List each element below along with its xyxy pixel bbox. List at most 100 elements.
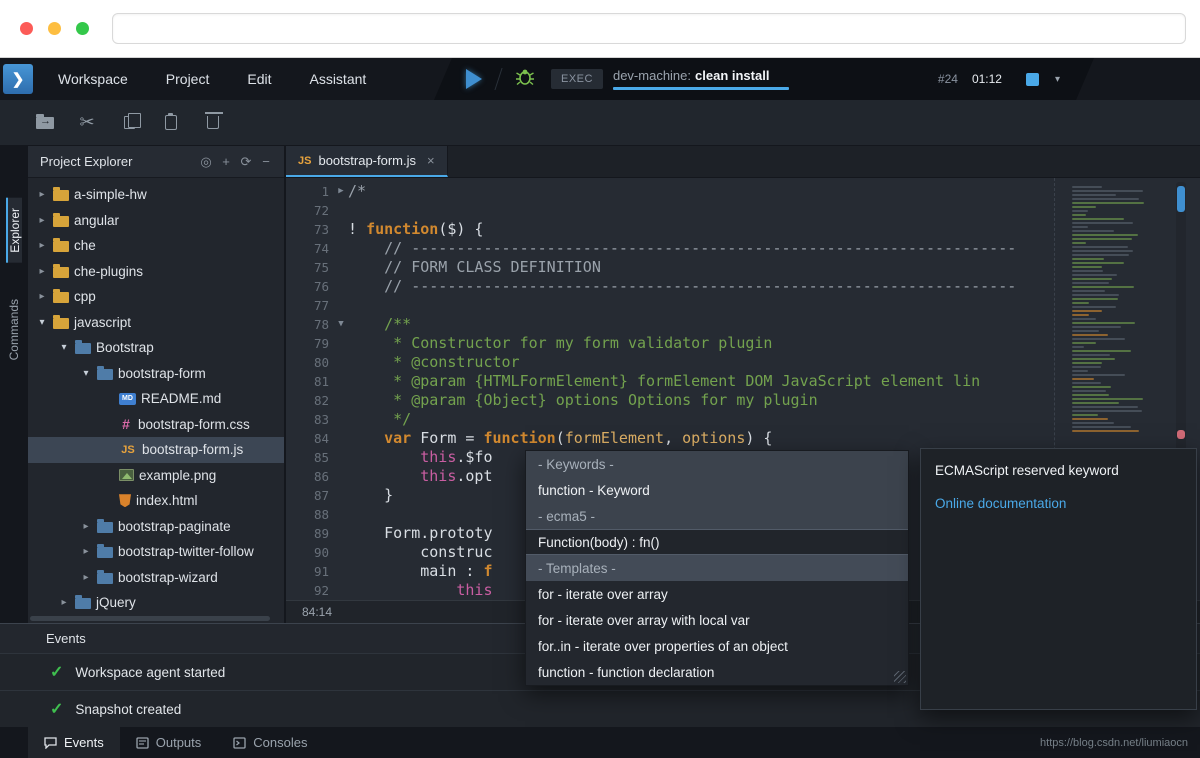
- scrollbar-thumb[interactable]: [1177, 186, 1185, 212]
- chevron-collapsed-icon[interactable]: ▸: [58, 597, 70, 608]
- chevron-collapsed-icon[interactable]: ▸: [80, 521, 92, 532]
- minimap-line: [1072, 394, 1109, 396]
- minimap-line: [1072, 358, 1115, 360]
- line-number: 91: [286, 562, 334, 581]
- tab-events[interactable]: Events: [28, 727, 120, 758]
- app-logo-icon[interactable]: ❯: [3, 64, 33, 94]
- refresh-icon[interactable]: ⟳: [236, 154, 256, 170]
- tree-item-example-png[interactable]: example.png: [28, 463, 284, 489]
- chevron-collapsed-icon[interactable]: ▸: [36, 266, 48, 277]
- tree-item-bootstrap-paginate[interactable]: ▸bootstrap-paginate: [28, 514, 284, 540]
- chevron-collapsed-icon[interactable]: ▸: [36, 240, 48, 251]
- fold-expanded-icon[interactable]: ▼: [334, 315, 348, 334]
- chevron-collapsed-icon[interactable]: ▸: [36, 215, 48, 226]
- delete-button[interactable]: [196, 107, 230, 139]
- debug-icon[interactable]: [515, 68, 535, 91]
- tree-item-bootstrap-form[interactable]: ▾bootstrap-form: [28, 361, 284, 387]
- minimap-line: [1072, 218, 1124, 220]
- close-window-icon[interactable]: [20, 22, 33, 35]
- code-line: 79 * Constructor for my form validator p…: [286, 334, 1200, 353]
- cut-button[interactable]: [70, 107, 104, 139]
- autocomplete-item-for-iterate-over-array[interactable]: for - iterate over array: [526, 581, 908, 607]
- side-tab-explorer[interactable]: Explorer: [6, 198, 22, 263]
- run-command-status[interactable]: dev-machine:clean install: [613, 68, 789, 90]
- side-tab-commands[interactable]: Commands: [7, 289, 21, 370]
- run-dropdown-icon[interactable]: ▾: [1055, 74, 1060, 85]
- tree-item-index-html[interactable]: index.html: [28, 488, 284, 514]
- autocomplete-item--keywords-[interactable]: - Keywords -: [526, 451, 908, 477]
- paste-button[interactable]: [154, 107, 188, 139]
- side-tab-strip: Explorer Commands: [0, 146, 28, 623]
- line-number: 88: [286, 505, 334, 524]
- autocomplete-item--ecma5-[interactable]: - ecma5 -: [526, 503, 908, 529]
- tab-consoles[interactable]: Consoles: [217, 727, 323, 758]
- minimap[interactable]: [1072, 186, 1150, 432]
- chevron-collapsed-icon[interactable]: ▸: [36, 291, 48, 302]
- tree-item-javascript[interactable]: ▾javascript: [28, 310, 284, 336]
- doc-popup-link[interactable]: Online documentation: [935, 496, 1182, 511]
- tree-item-che[interactable]: ▸che: [28, 233, 284, 259]
- editor-tab-bootstrap-form-js[interactable]: JS bootstrap-form.js: [286, 146, 448, 177]
- tree-item-bootstrap-twitter-follow[interactable]: ▸bootstrap-twitter-follow: [28, 539, 284, 565]
- run-timer: 01:12: [972, 72, 1002, 86]
- collapse-all-icon[interactable]: −: [256, 154, 276, 170]
- copy-button[interactable]: [112, 107, 146, 139]
- link-editor-icon[interactable]: +: [216, 154, 236, 170]
- chevron-collapsed-icon[interactable]: ▸: [36, 189, 48, 200]
- minimap-line: [1072, 238, 1132, 240]
- autocomplete-item-function-function-declaration[interactable]: function - function declaration: [526, 659, 908, 685]
- folder-icon: [53, 267, 69, 278]
- maximize-window-icon[interactable]: [76, 22, 89, 35]
- minimap-line: [1072, 290, 1105, 292]
- run-button-icon[interactable]: [466, 69, 482, 89]
- minimize-window-icon[interactable]: [48, 22, 61, 35]
- tree-item-bootstrap-form-css[interactable]: #bootstrap-form.css: [28, 412, 284, 438]
- minimap-line: [1072, 278, 1112, 280]
- menu-item-assistant[interactable]: Assistant: [290, 58, 385, 100]
- autocomplete-item--templates-[interactable]: - Templates -: [526, 555, 908, 581]
- tab-outputs[interactable]: Outputs: [120, 727, 218, 758]
- autocomplete-item-for-in-iterate-over-properties-of-an-object[interactable]: for..in - iterate over properties of an …: [526, 633, 908, 659]
- line-number: 75: [286, 258, 334, 277]
- tree-item-readme-md[interactable]: MDREADME.md: [28, 386, 284, 412]
- close-tab-icon[interactable]: [427, 153, 435, 168]
- autocomplete-item-for-iterate-over-array-with-local-var[interactable]: for - iterate over array with local var: [526, 607, 908, 633]
- url-bar[interactable]: [112, 13, 1186, 44]
- chevron-expanded-icon[interactable]: ▾: [36, 317, 48, 328]
- chevron-expanded-icon[interactable]: ▾: [58, 342, 70, 353]
- tree-horizontal-scrollbar[interactable]: [30, 616, 270, 621]
- autocomplete-item-function-keyword[interactable]: function - Keyword: [526, 477, 908, 503]
- minimap-line: [1072, 338, 1125, 340]
- tree-item-jquery[interactable]: ▸jQuery: [28, 590, 284, 616]
- menu-item-workspace[interactable]: Workspace: [39, 58, 147, 100]
- resize-grip-icon[interactable]: [894, 671, 906, 683]
- stop-button-icon[interactable]: [1026, 73, 1039, 86]
- autocomplete-item-function-body-fn-[interactable]: Function(body) : fn(): [526, 529, 908, 555]
- tree-item-che-plugins[interactable]: ▸che-plugins: [28, 259, 284, 285]
- folder-icon: [53, 241, 69, 252]
- menu-item-edit[interactable]: Edit: [228, 58, 290, 100]
- fold-collapsed-icon[interactable]: ▶: [334, 182, 348, 201]
- import-project-button[interactable]: [28, 107, 62, 139]
- tree-item-bootstrap[interactable]: ▾Bootstrap: [28, 335, 284, 361]
- tree-item-bootstrap-wizard[interactable]: ▸bootstrap-wizard: [28, 565, 284, 591]
- annotation-marker[interactable]: [1177, 430, 1185, 439]
- minimap-line: [1072, 254, 1129, 256]
- tree-item-bootstrap-form-js[interactable]: JSbootstrap-form.js: [28, 437, 284, 463]
- minimap-line: [1072, 210, 1088, 212]
- doc-popup-title: ECMAScript reserved keyword: [935, 463, 1182, 478]
- tree-item-cpp[interactable]: ▸cpp: [28, 284, 284, 310]
- reveal-file-icon[interactable]: ◎: [196, 154, 216, 170]
- chevron-collapsed-icon[interactable]: ▸: [80, 546, 92, 557]
- toolbar: [0, 100, 1200, 146]
- code-token: * @param {HTMLFormElement} formElement D…: [348, 372, 980, 390]
- js-file-icon: JS: [298, 155, 311, 167]
- tree-item-angular[interactable]: ▸angular: [28, 208, 284, 234]
- code-line: 75 // FORM CLASS DEFINITION: [286, 258, 1200, 277]
- line-number: 77: [286, 296, 334, 315]
- code-token: !: [348, 220, 366, 238]
- menu-item-project[interactable]: Project: [147, 58, 229, 100]
- chevron-collapsed-icon[interactable]: ▸: [80, 572, 92, 583]
- chevron-expanded-icon[interactable]: ▾: [80, 368, 92, 379]
- tree-item-a-simple-hw[interactable]: ▸a-simple-hw: [28, 182, 284, 208]
